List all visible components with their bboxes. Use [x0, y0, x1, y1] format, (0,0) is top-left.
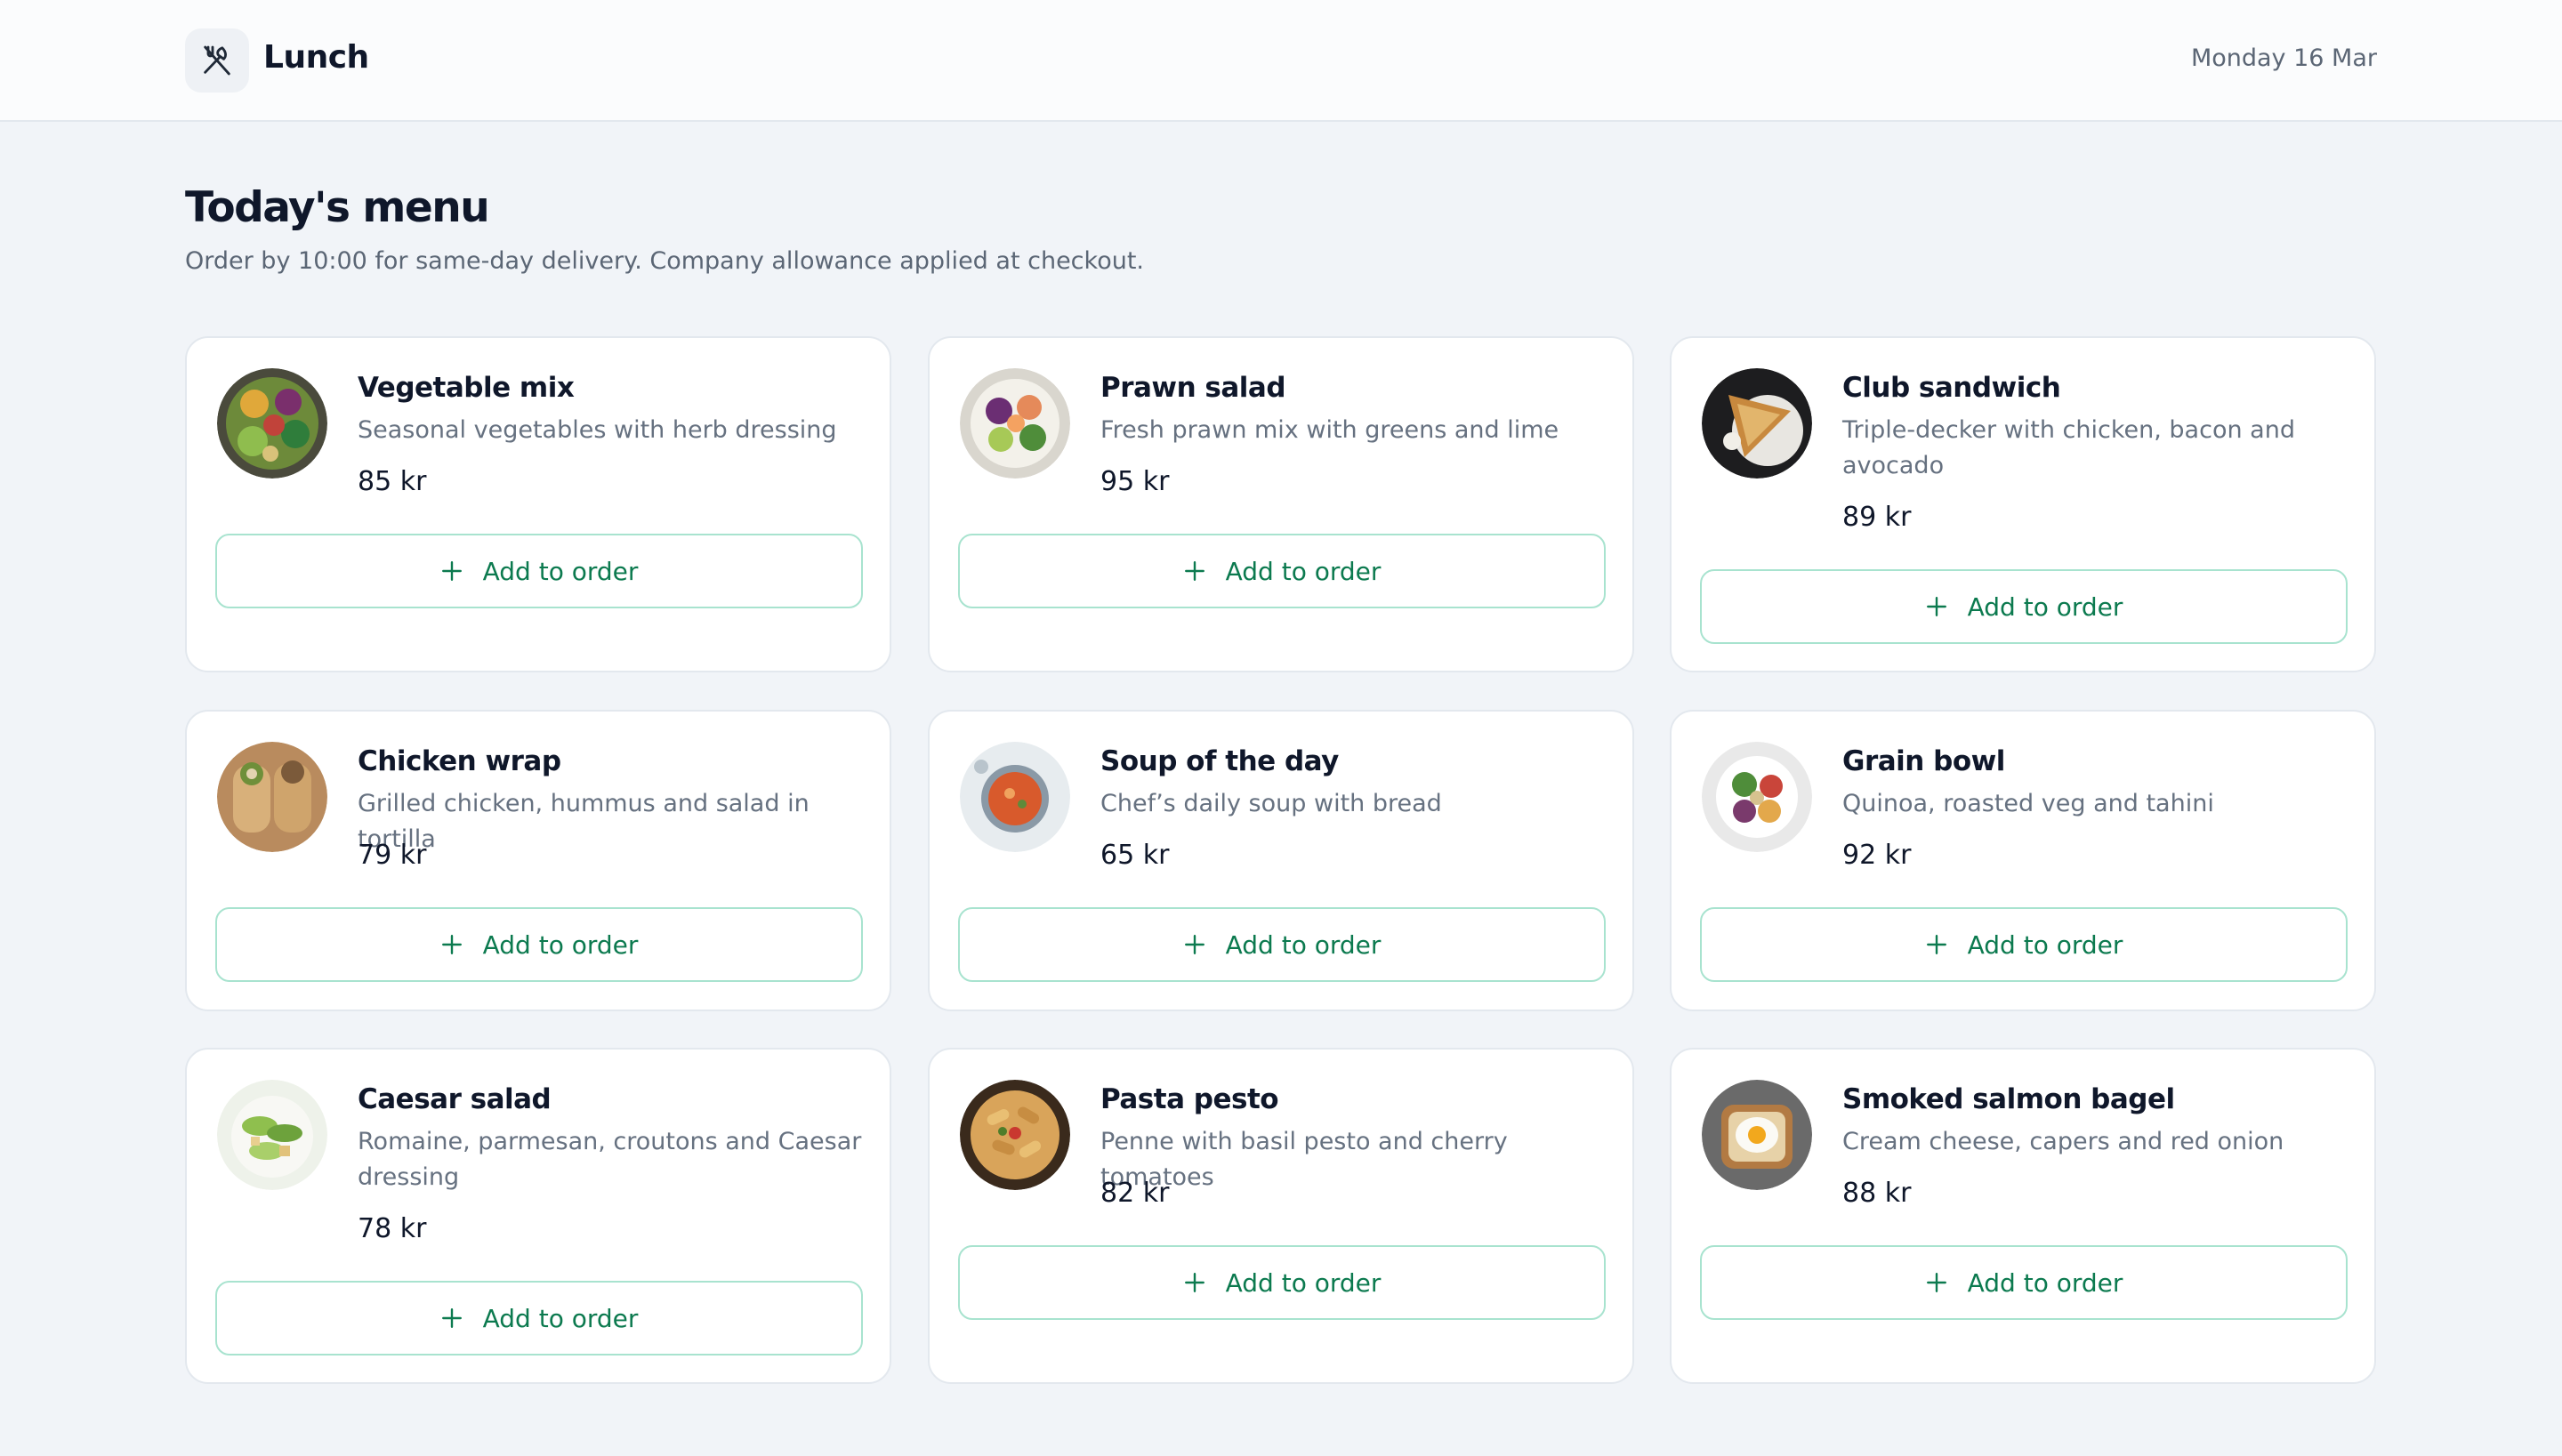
plus-icon: [441, 935, 462, 954]
add-to-order-button[interactable]: Add to order: [215, 534, 863, 608]
item-name: Vegetable mix: [358, 372, 575, 404]
item-price: 78 kr: [358, 1213, 427, 1244]
item-price: 92 kr: [1842, 840, 1912, 871]
item-description: Romaine, parmesan, croutons and Caesar d…: [358, 1128, 862, 1191]
add-to-order-button[interactable]: Add to order: [1700, 569, 2348, 644]
menu-card: Vegetable mix Seasonal vegetables with h…: [185, 336, 891, 672]
plus-icon: [1184, 935, 1204, 954]
item-name: Chicken wrap: [358, 745, 561, 777]
add-to-order-label: Add to order: [1967, 591, 2123, 622]
item-name: Caesar salad: [358, 1083, 552, 1115]
item-price: 95 kr: [1100, 466, 1170, 497]
menu-card: Club sandwich Triple-decker with chicken…: [1670, 336, 2376, 672]
item-price: 88 kr: [1842, 1178, 1912, 1209]
add-to-order-label: Add to order: [482, 556, 639, 586]
item-price: 82 kr: [1100, 1178, 1170, 1209]
plus-icon: [1926, 935, 1946, 954]
menu-card: Caesar salad Romaine, parmesan, croutons…: [185, 1048, 891, 1384]
pasta-pesto-photo: [960, 1080, 1070, 1190]
app-title: Lunch: [263, 39, 369, 76]
plus-icon: [1184, 1273, 1204, 1292]
top-bar: Lunch Monday 16 Mar: [0, 0, 2562, 122]
add-to-order-label: Add to order: [482, 1303, 639, 1333]
item-price: 65 kr: [1100, 840, 1170, 871]
item-name: Pasta pesto: [1100, 1083, 1279, 1115]
utensils-crossed-icon: [204, 45, 230, 76]
page-title: Today's menu: [185, 183, 490, 232]
add-to-order-button[interactable]: Add to order: [958, 907, 1606, 982]
menu-card: Grain bowl Quinoa, roasted veg and tahin…: [1670, 710, 2376, 1011]
item-name: Prawn salad: [1100, 372, 1286, 404]
item-description: Penne with basil pesto and cherry tomato…: [1100, 1128, 1508, 1191]
menu-card: Chicken wrap Grilled chicken, hummus and…: [185, 710, 891, 1011]
current-date: Monday 16 Mar: [2190, 44, 2377, 72]
item-description: Seasonal vegetables with herb dressing: [358, 416, 837, 444]
add-to-order-label: Add to order: [1967, 1267, 2123, 1298]
item-description: Triple-decker with chicken, bacon and av…: [1842, 416, 2295, 479]
add-to-order-label: Add to order: [1967, 929, 2123, 960]
add-to-order-button[interactable]: Add to order: [1700, 1245, 2348, 1320]
item-description: Cream cheese, capers and red onion: [1842, 1128, 2284, 1155]
plus-icon: [1184, 561, 1204, 581]
add-to-order-button[interactable]: Add to order: [215, 907, 863, 982]
item-name: Smoked salmon bagel: [1842, 1083, 2175, 1115]
add-to-order-button[interactable]: Add to order: [958, 1245, 1606, 1320]
brand-logo[interactable]: [185, 28, 249, 93]
add-to-order-button[interactable]: Add to order: [958, 534, 1606, 608]
plus-icon: [1926, 1273, 1946, 1292]
item-price: 79 kr: [358, 840, 427, 871]
add-to-order-label: Add to order: [482, 929, 639, 960]
item-description: Fresh prawn mix with greens and lime: [1100, 416, 1559, 444]
item-name: Soup of the day: [1100, 745, 1339, 777]
club-sandwich-photo: [1702, 368, 1812, 479]
menu-card: Prawn salad Fresh prawn mix with greens …: [928, 336, 1634, 672]
plus-icon: [441, 1308, 462, 1328]
page-subtitle: Order by 10:00 for same-day delivery. Co…: [185, 247, 1144, 275]
salmon-bagel-photo: [1702, 1080, 1812, 1190]
item-description: Grilled chicken, hummus and salad in tor…: [358, 790, 810, 853]
vegetable-mix-photo: [217, 368, 327, 479]
plus-icon: [441, 561, 462, 581]
add-to-order-button[interactable]: Add to order: [215, 1281, 863, 1355]
menu-card: Smoked salmon bagel Cream cheese, capers…: [1670, 1048, 2376, 1384]
plus-icon: [1926, 597, 1946, 616]
item-name: Grain bowl: [1842, 745, 2005, 777]
add-to-order-button[interactable]: Add to order: [1700, 907, 2348, 982]
soup-photo: [960, 742, 1070, 852]
item-price: 85 kr: [358, 466, 427, 497]
item-price: 89 kr: [1842, 502, 1912, 533]
chicken-wrap-photo: [217, 742, 327, 852]
add-to-order-label: Add to order: [1225, 556, 1382, 586]
item-name: Club sandwich: [1842, 372, 2061, 404]
prawn-salad-photo: [960, 368, 1070, 479]
caesar-salad-photo: [217, 1080, 327, 1190]
item-description: Quinoa, roasted veg and tahini: [1842, 790, 2214, 817]
add-to-order-label: Add to order: [1225, 929, 1382, 960]
menu-card: Pasta pesto Penne with basil pesto and c…: [928, 1048, 1634, 1384]
add-to-order-label: Add to order: [1225, 1267, 1382, 1298]
grain-bowl-photo: [1702, 742, 1812, 852]
item-description: Chef’s daily soup with bread: [1100, 790, 1442, 817]
menu-card: Soup of the day Chef’s daily soup with b…: [928, 710, 1634, 1011]
